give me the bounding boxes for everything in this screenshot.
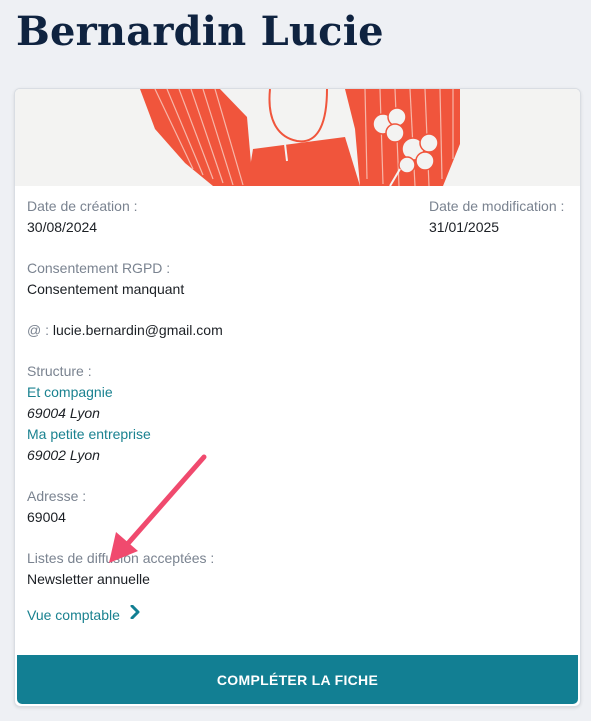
structure-city: 69002 Lyon — [27, 447, 100, 463]
contact-card: Date de création : 30/08/2024 Date de mo… — [14, 88, 581, 707]
created-date-label: Date de création : — [27, 198, 138, 214]
modified-date-label: Date de modification : — [429, 198, 565, 214]
modified-date-value: 31/01/2025 — [429, 219, 500, 235]
accounting-view-label: Vue comptable — [27, 606, 120, 623]
structure-city: 69004 Lyon — [27, 405, 100, 421]
structure-link-ma-petite-entreprise[interactable]: Ma petite entreprise — [27, 426, 151, 442]
mailing-lists-label: Listes de diffusion acceptées : — [27, 550, 215, 566]
email-label: @ : — [27, 322, 49, 338]
mailing-lists-value: Newsletter annuelle — [27, 571, 150, 587]
structure-label: Structure : — [27, 363, 92, 379]
created-date-value: 30/08/2024 — [27, 219, 98, 235]
address-label: Adresse : — [27, 488, 87, 504]
chevron-right-icon — [130, 604, 140, 624]
complete-profile-button[interactable]: COMPLÉTER LA FICHE — [17, 655, 578, 704]
email-value[interactable]: lucie.bernardin@gmail.com — [53, 322, 223, 338]
banner-illustration — [15, 89, 580, 186]
email-row: @ : lucie.bernardin@gmail.com — [27, 322, 223, 338]
page-title: Bernardin Lucie — [16, 8, 384, 55]
accounting-view-link[interactable]: Vue comptable — [27, 604, 140, 624]
structure-link-et-compagnie[interactable]: Et compagnie — [27, 384, 113, 400]
rgpd-value: Consentement manquant — [27, 281, 185, 297]
address-value: 69004 — [27, 509, 66, 525]
rgpd-label: Consentement RGPD : — [27, 260, 171, 276]
